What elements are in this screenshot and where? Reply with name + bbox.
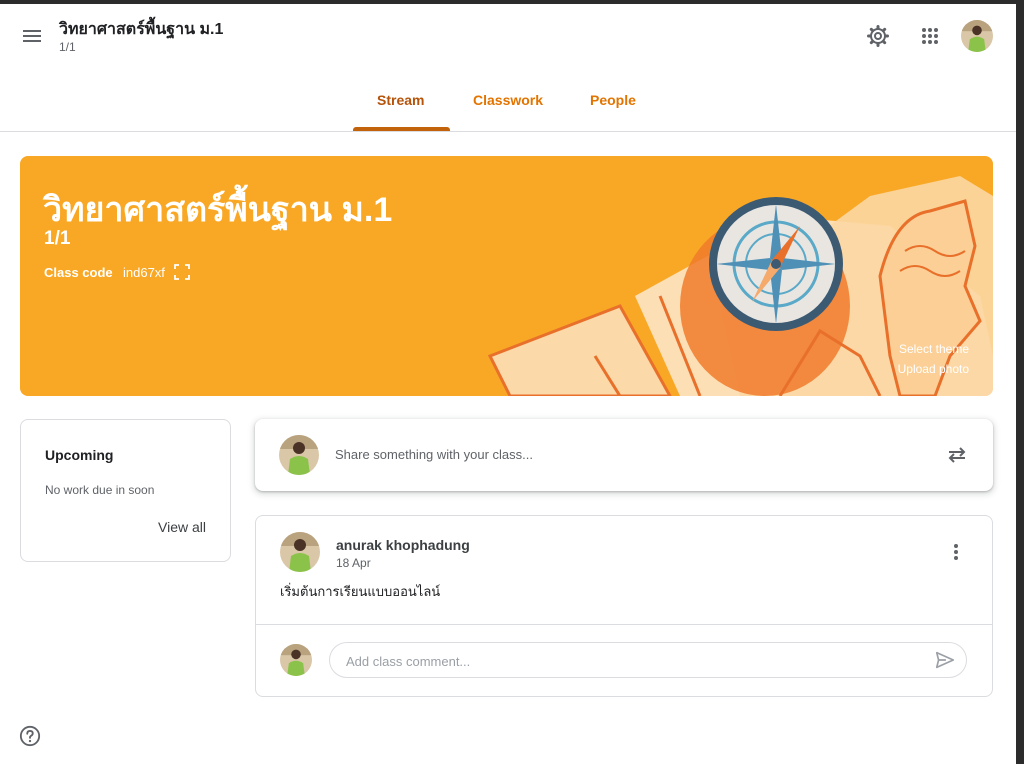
tab-people[interactable]: People	[590, 92, 636, 108]
window-frame-top	[0, 0, 1024, 4]
tab-stream[interactable]: Stream	[377, 92, 424, 108]
upcoming-title: Upcoming	[45, 447, 114, 463]
help-button[interactable]	[19, 725, 41, 747]
send-icon	[935, 651, 955, 669]
post-date[interactable]: 18 Apr	[336, 556, 371, 570]
upcoming-empty-text: No work due in soon	[45, 483, 155, 497]
class-banner: วิทยาศาสตร์พื้นฐาน ม.1 1/1 Class code in…	[20, 156, 993, 396]
banner-class-title: วิทยาศาสตร์พื้นฐาน ม.1	[43, 191, 393, 229]
comment-placeholder[interactable]: Add class comment...	[346, 654, 470, 669]
header-class-section: 1/1	[59, 40, 76, 54]
menu-icon	[23, 30, 41, 42]
share-placeholder[interactable]: Share something with your class...	[335, 447, 533, 462]
window-frame-right	[1016, 0, 1024, 764]
repost-icon	[948, 447, 966, 463]
upcoming-card: Upcoming No work due in soon View all	[20, 419, 231, 562]
google-apps-button[interactable]	[918, 24, 942, 48]
active-tab-indicator	[353, 127, 450, 131]
avatar	[279, 435, 319, 475]
view-all-link[interactable]: View all	[158, 519, 206, 535]
class-tabs: Stream Classwork People	[0, 80, 1016, 132]
class-code-fullscreen-button[interactable]	[174, 264, 190, 280]
fullscreen-icon	[174, 264, 190, 280]
avatar	[280, 644, 312, 676]
header-class-title[interactable]: วิทยาศาสตร์พื้นฐาน ม.1	[59, 17, 223, 42]
class-settings-button[interactable]	[866, 24, 890, 48]
gear-icon	[867, 25, 889, 47]
main-menu-button[interactable]	[20, 24, 44, 48]
stream-post: anurak khophadung 18 Apr เริ่มต้นการเรีย…	[255, 515, 993, 697]
reuse-post-button[interactable]	[945, 443, 969, 467]
send-comment-button[interactable]	[934, 649, 956, 671]
tab-classwork[interactable]: Classwork	[473, 92, 543, 108]
post-divider	[256, 624, 992, 625]
account-avatar[interactable]	[961, 20, 993, 52]
class-comment-input[interactable]: Add class comment...	[329, 642, 967, 678]
class-code-label: Class code	[44, 265, 113, 280]
post-options-button[interactable]	[944, 540, 968, 564]
class-code-value: ind67xf	[123, 265, 165, 280]
more-vertical-icon	[954, 544, 958, 560]
post-body-text: เริ่มต้นการเรียนแบบออนไลน์	[280, 584, 441, 599]
select-theme-link[interactable]: Select theme	[899, 342, 969, 356]
help-icon	[19, 725, 41, 747]
upload-photo-link[interactable]: Upload photo	[898, 362, 969, 376]
share-announcement-box[interactable]: Share something with your class...	[255, 419, 993, 491]
post-author: anurak khophadung	[336, 537, 470, 553]
banner-class-section: 1/1	[44, 228, 71, 249]
apps-grid-icon	[922, 28, 938, 44]
avatar	[280, 532, 320, 572]
